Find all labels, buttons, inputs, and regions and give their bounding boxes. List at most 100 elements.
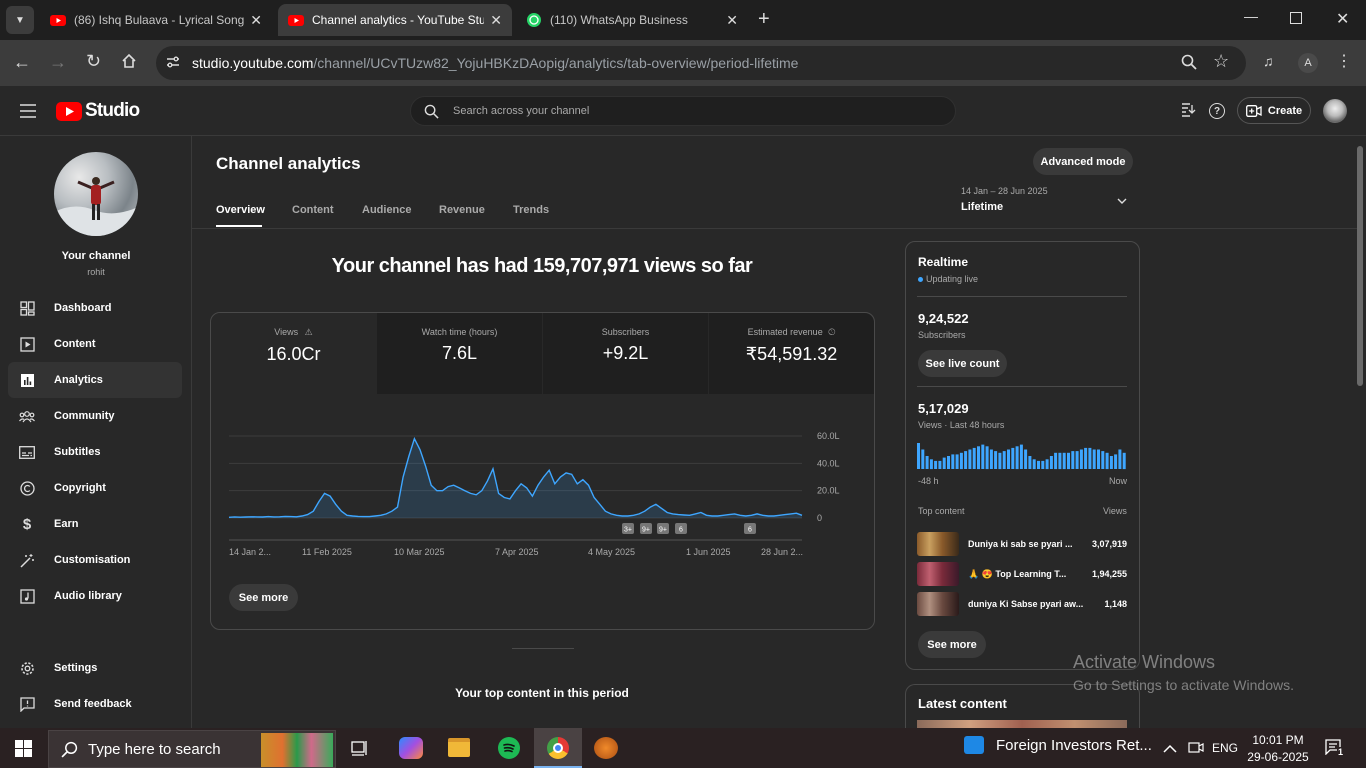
realtime-views-bar-chart[interactable] <box>917 438 1129 470</box>
metric-watch-time[interactable]: Watch time (hours) 7.6L <box>377 313 542 394</box>
channel-search-input[interactable]: Search across your channel <box>410 96 956 126</box>
close-window-button[interactable]: ✕ <box>1336 9 1349 29</box>
realtime-bar <box>947 456 950 469</box>
tab-overview[interactable]: Overview <box>216 204 265 216</box>
metric-estimated-revenue[interactable]: Estimated revenue 🕓︎ ₹54,591.32 <box>709 313 874 394</box>
realtime-bar <box>925 456 929 469</box>
language-indicator[interactable]: ENG <box>1212 741 1238 755</box>
x-tick-label: 10 Mar 2025 <box>394 547 445 557</box>
top-content-row[interactable]: 🙏 😍 Top Learning T... 1,94,255 <box>917 562 1127 586</box>
video-thumbnail <box>917 532 959 556</box>
realtime-views-label: Views · Last 48 hours <box>918 420 1005 430</box>
tab-revenue[interactable]: Revenue <box>439 204 485 216</box>
windows-start-button[interactable] <box>15 740 32 762</box>
copilot-icon[interactable] <box>399 737 423 759</box>
browser-tab-ishq-bulaava[interactable]: (86) Ishq Bulaava - Lyrical Song ✕ <box>40 4 272 36</box>
studio-logo[interactable]: Studio <box>56 100 140 122</box>
sidebar-item-send-feedback[interactable]: Send feedback <box>8 686 182 722</box>
file-explorer-icon[interactable] <box>448 738 470 757</box>
url-path: /channel/UCvTUzw82_YojuHBKzDAopig/analyt… <box>313 55 799 71</box>
realtime-bar <box>1032 459 1036 470</box>
realtime-see-more-button[interactable]: See more <box>918 631 986 658</box>
page-scrollbar[interactable] <box>1357 146 1363 386</box>
latest-content-title: Latest content <box>918 696 1007 711</box>
realtime-bar <box>1024 449 1028 469</box>
top-content-label: Top content <box>918 506 965 516</box>
create-button[interactable]: Create <box>1237 97 1311 124</box>
account-avatar[interactable] <box>1323 99 1347 123</box>
spotify-icon[interactable] <box>498 737 520 759</box>
sidebar-item-settings[interactable]: Settings <box>8 650 182 686</box>
browser-menu-icon[interactable]: ⋮ <box>1336 51 1352 71</box>
forward-button[interactable]: → <box>49 52 67 73</box>
reload-button[interactable]: ↻ <box>86 51 101 72</box>
help-icon[interactable]: ? <box>1209 103 1225 119</box>
sidebar-item-dashboard[interactable]: Dashboard <box>8 290 182 326</box>
x-tick-label: 28 Jun 2... <box>761 547 803 557</box>
news-text: Foreign Investors Ret... <box>996 736 1152 754</box>
chrome-taskbar-button[interactable] <box>534 728 582 768</box>
clock-time: 10:01 PM <box>1252 733 1304 747</box>
news-icon <box>964 736 984 754</box>
video-camera-plus-icon <box>1245 104 1262 117</box>
channel-avatar[interactable] <box>54 152 138 236</box>
views-chart[interactable]: 60.0L 40.0L 20.0L 0 14 Jan 2... 11 Feb 2025 10… <box>220 420 850 565</box>
browser-tab-whatsapp[interactable]: (110) WhatsApp Business ✕ <box>516 4 748 36</box>
site-info-icon[interactable] <box>166 55 180 74</box>
latest-content-thumbnail[interactable] <box>917 720 1127 728</box>
copyright-icon <box>19 480 35 496</box>
realtime-bar <box>989 449 993 469</box>
news-widget[interactable]: Foreign Investors Ret... <box>964 736 1152 754</box>
tab-title: Channel analytics - YouTube Stu <box>312 13 485 27</box>
sidebar-item-analytics[interactable]: Analytics <box>8 362 182 398</box>
tab-content[interactable]: Content <box>292 204 334 216</box>
task-view-icon[interactable] <box>350 738 370 763</box>
date-range-picker[interactable]: 14 Jan – 28 Jun 2025 Lifetime <box>961 186 1133 222</box>
sidebar-item-label: Audio library <box>54 590 122 602</box>
taskbar-search-box[interactable]: Type here to search <box>48 730 336 768</box>
back-button[interactable]: ← <box>13 52 31 73</box>
new-tab-button[interactable]: + <box>758 8 770 31</box>
whatsapp-icon <box>527 13 541 27</box>
meet-now-icon[interactable] <box>1188 740 1204 761</box>
sidebar-item-subtitles[interactable]: Subtitles <box>8 434 182 470</box>
close-icon[interactable]: ✕ <box>726 12 738 29</box>
zoom-icon[interactable] <box>1181 54 1197 75</box>
earn-icon: $ <box>22 515 32 533</box>
metric-views[interactable]: Views ⚠ 16.0Cr <box>211 313 376 394</box>
search-icon <box>424 104 439 119</box>
tab-search-button[interactable]: ▼ <box>6 6 34 34</box>
sidebar-item-content[interactable]: Content <box>8 326 182 362</box>
bookmark-star-icon[interactable]: ☆ <box>1213 51 1229 72</box>
content-icon <box>19 336 35 352</box>
top-content-row[interactable]: Duniya ki sab se pyari ... 3,07,919 <box>917 532 1127 556</box>
advanced-mode-button[interactable]: Advanced mode <box>1033 148 1133 175</box>
restore-window-button[interactable] <box>1290 12 1302 24</box>
sidebar-item-customisation[interactable]: Customisation <box>8 542 182 578</box>
profile-avatar-button[interactable]: A <box>1298 53 1318 73</box>
fl-studio-icon[interactable] <box>594 737 618 759</box>
see-live-count-button[interactable]: See live count <box>918 350 1007 377</box>
tab-trends[interactable]: Trends <box>513 204 549 216</box>
media-control-icon[interactable]: ♫ <box>1263 53 1274 69</box>
chevron-up-icon[interactable] <box>1163 740 1177 758</box>
taskbar-clock[interactable]: 10:01 PM 29-06-2025 <box>1246 733 1310 764</box>
top-content-row[interactable]: duniya Ki Sabse pyari aw... 1,148 <box>917 592 1127 616</box>
browser-tab-channel-analytics[interactable]: Channel analytics - YouTube Stu ✕ <box>278 4 512 36</box>
metric-subscribers[interactable]: Subscribers +9.2L <box>543 313 708 394</box>
video-title: duniya Ki Sabse pyari aw... <box>968 599 1084 609</box>
sidebar-item-audio-library[interactable]: Audio library <box>8 578 182 614</box>
realtime-bar <box>964 451 968 469</box>
tab-audience[interactable]: Audience <box>362 204 412 216</box>
close-icon[interactable]: ✕ <box>250 12 262 29</box>
home-button[interactable] <box>121 53 137 74</box>
instant-publish-icon[interactable] <box>1180 102 1196 123</box>
hamburger-menu-icon[interactable] <box>20 104 36 123</box>
sidebar-item-earn[interactable]: $ Earn <box>8 506 182 542</box>
see-more-button[interactable]: See more <box>229 584 298 611</box>
notification-center-icon[interactable]: 1 <box>1325 739 1345 760</box>
minimize-window-button[interactable]: — <box>1244 8 1258 24</box>
sidebar-item-copyright[interactable]: Copyright <box>8 470 182 506</box>
sidebar-item-community[interactable]: Community <box>8 398 182 434</box>
close-icon[interactable]: ✕ <box>490 12 502 29</box>
